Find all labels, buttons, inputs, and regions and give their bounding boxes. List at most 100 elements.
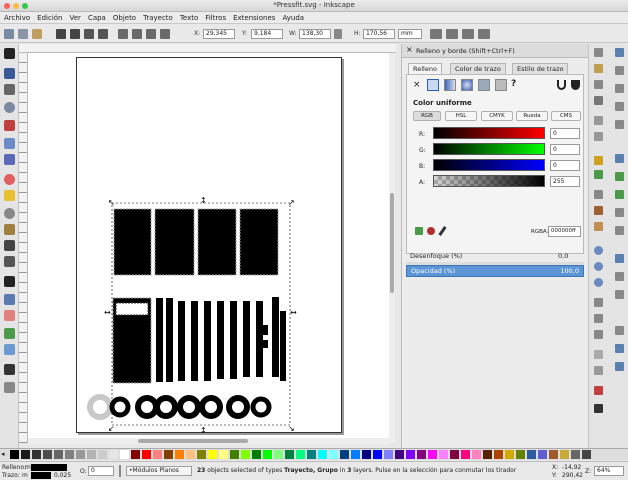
palette-swatch[interactable]: [417, 450, 426, 459]
layer-visibility-icon[interactable]: [119, 465, 121, 477]
tab-estilo-de-trazo[interactable]: Estilo de trazo: [512, 63, 569, 74]
palette-swatch[interactable]: [549, 450, 558, 459]
palette-swatch[interactable]: [54, 450, 63, 459]
color-managed-icon[interactable]: [415, 227, 423, 235]
x-field[interactable]: 29,345: [203, 29, 235, 39]
linear-gradient-button[interactable]: [444, 79, 456, 91]
duplicate-icon[interactable]: [594, 298, 603, 307]
snap-text-baseline-icon[interactable]: [615, 290, 624, 299]
new-document-icon[interactable]: [594, 48, 603, 57]
palette-swatch[interactable]: [461, 450, 470, 459]
palette-swatch[interactable]: [340, 450, 349, 459]
palette-swatch[interactable]: [318, 450, 327, 459]
flip-horizontal-icon[interactable]: [84, 29, 94, 39]
flip-vertical-icon[interactable]: [98, 29, 108, 39]
opacity-o-field[interactable]: 0: [88, 466, 114, 476]
canvas[interactable]: ↖ ↕ ↗ ↔ ↔ ↙ ↕ ↘: [28, 53, 394, 438]
unit-select[interactable]: mm: [398, 29, 422, 39]
palette-swatch[interactable]: [109, 450, 118, 459]
horizontal-scroll-thumb[interactable]: [138, 439, 248, 443]
palette-swatch[interactable]: [153, 450, 162, 459]
select-all-icon[interactable]: [4, 29, 14, 39]
palette-swatch[interactable]: [241, 450, 250, 459]
rectangle-tool-icon[interactable]: [4, 138, 15, 149]
star-tool-icon[interactable]: [4, 190, 15, 201]
pattern-button[interactable]: [495, 79, 507, 91]
palette-swatch[interactable]: [131, 450, 140, 459]
tab-relleno[interactable]: Relleno: [408, 63, 442, 74]
palette-swatch[interactable]: [384, 450, 393, 459]
flat-color-button[interactable]: [427, 79, 439, 91]
palette-swatch[interactable]: [505, 450, 514, 459]
menu-ayuda[interactable]: Ayuda: [282, 14, 304, 22]
palette-swatch[interactable]: [142, 450, 151, 459]
snap-intersections-icon[interactable]: [615, 190, 624, 199]
snap-guides-icon[interactable]: [615, 362, 624, 371]
connector-tool-icon[interactable]: [4, 382, 15, 393]
palette-swatch[interactable]: [571, 450, 580, 459]
raise-to-top-icon[interactable]: [118, 29, 128, 39]
zoom-drawing-icon[interactable]: [594, 262, 603, 271]
mesh-gradient-button[interactable]: [478, 79, 490, 91]
paint-bucket-tool-icon[interactable]: [4, 328, 15, 339]
palette-swatch[interactable]: [450, 450, 459, 459]
horizontal-scrollbar[interactable]: [28, 438, 389, 444]
palette-swatch[interactable]: [43, 450, 52, 459]
palette-swatch[interactable]: [395, 450, 404, 459]
palette-swatch[interactable]: [439, 450, 448, 459]
paste-icon[interactable]: [594, 222, 603, 231]
text-tool-icon[interactable]: [4, 276, 15, 287]
palette-swatch[interactable]: [65, 450, 74, 459]
drawing-objects[interactable]: ↖ ↕ ↗ ↔ ↔ ↙ ↕ ↘: [28, 53, 394, 438]
h-field[interactable]: 170,56: [363, 29, 395, 39]
redo-icon[interactable]: [594, 170, 603, 179]
palette-swatch[interactable]: [175, 450, 184, 459]
scale-corners-icon[interactable]: [446, 29, 458, 39]
palette-swatch[interactable]: [208, 450, 217, 459]
menu-objeto[interactable]: Objeto: [113, 14, 136, 22]
snap-midpoints-icon[interactable]: [615, 120, 624, 129]
palette-swatch[interactable]: [120, 450, 129, 459]
palette-swatch[interactable]: [186, 450, 195, 459]
stroke-swatch[interactable]: [31, 472, 51, 479]
zoom-page-icon[interactable]: [594, 278, 603, 287]
group-icon[interactable]: [594, 350, 603, 359]
b-slider[interactable]: [433, 159, 545, 171]
open-icon[interactable]: [594, 64, 603, 73]
no-paint-button[interactable]: ×: [413, 80, 421, 90]
snap-page-border-icon[interactable]: [615, 326, 624, 335]
spiral-tool-icon[interactable]: [4, 208, 15, 219]
snap-paths-icon[interactable]: [615, 172, 624, 181]
snap-corners-icon[interactable]: [615, 102, 624, 111]
tab-color-de-trazo[interactable]: Color de trazo: [450, 63, 506, 74]
palette-swatch[interactable]: [252, 450, 261, 459]
rotate-ccw-icon[interactable]: [56, 29, 66, 39]
selector-tool-icon[interactable]: [4, 48, 15, 59]
palette-swatch[interactable]: [582, 450, 591, 459]
palette-swatch[interactable]: [263, 450, 272, 459]
snap-bbox-icon[interactable]: [615, 66, 624, 75]
menu-trayecto[interactable]: Trayecto: [143, 14, 173, 22]
3d-box-tool-icon[interactable]: [4, 154, 15, 165]
zoom-field[interactable]: 64%: [594, 466, 624, 476]
rotate-cw-icon[interactable]: [70, 29, 80, 39]
color-picker-icon[interactable]: [438, 226, 447, 236]
palette-swatch[interactable]: [307, 450, 316, 459]
palette-swatch[interactable]: [10, 450, 19, 459]
palette-swatch[interactable]: [230, 450, 239, 459]
export-icon[interactable]: [594, 132, 603, 141]
lock-ratio-icon[interactable]: [334, 29, 342, 39]
undo-icon[interactable]: [594, 156, 603, 165]
palette-swatch[interactable]: [538, 450, 547, 459]
y-field[interactable]: 9,184: [251, 29, 283, 39]
palette-swatch[interactable]: [285, 450, 294, 459]
w-field[interactable]: 138,30: [299, 29, 331, 39]
cut-icon[interactable]: [594, 206, 603, 215]
layer-select[interactable]: •Módulos Planos: [126, 466, 192, 476]
vertical-scrollbar[interactable]: [389, 53, 395, 443]
node-tool-icon[interactable]: [4, 68, 15, 79]
blur-value[interactable]: 0,0: [558, 252, 568, 260]
menu-edicion[interactable]: Edición: [37, 14, 62, 22]
b-value[interactable]: 0: [550, 160, 580, 171]
palette-swatch[interactable]: [406, 450, 415, 459]
